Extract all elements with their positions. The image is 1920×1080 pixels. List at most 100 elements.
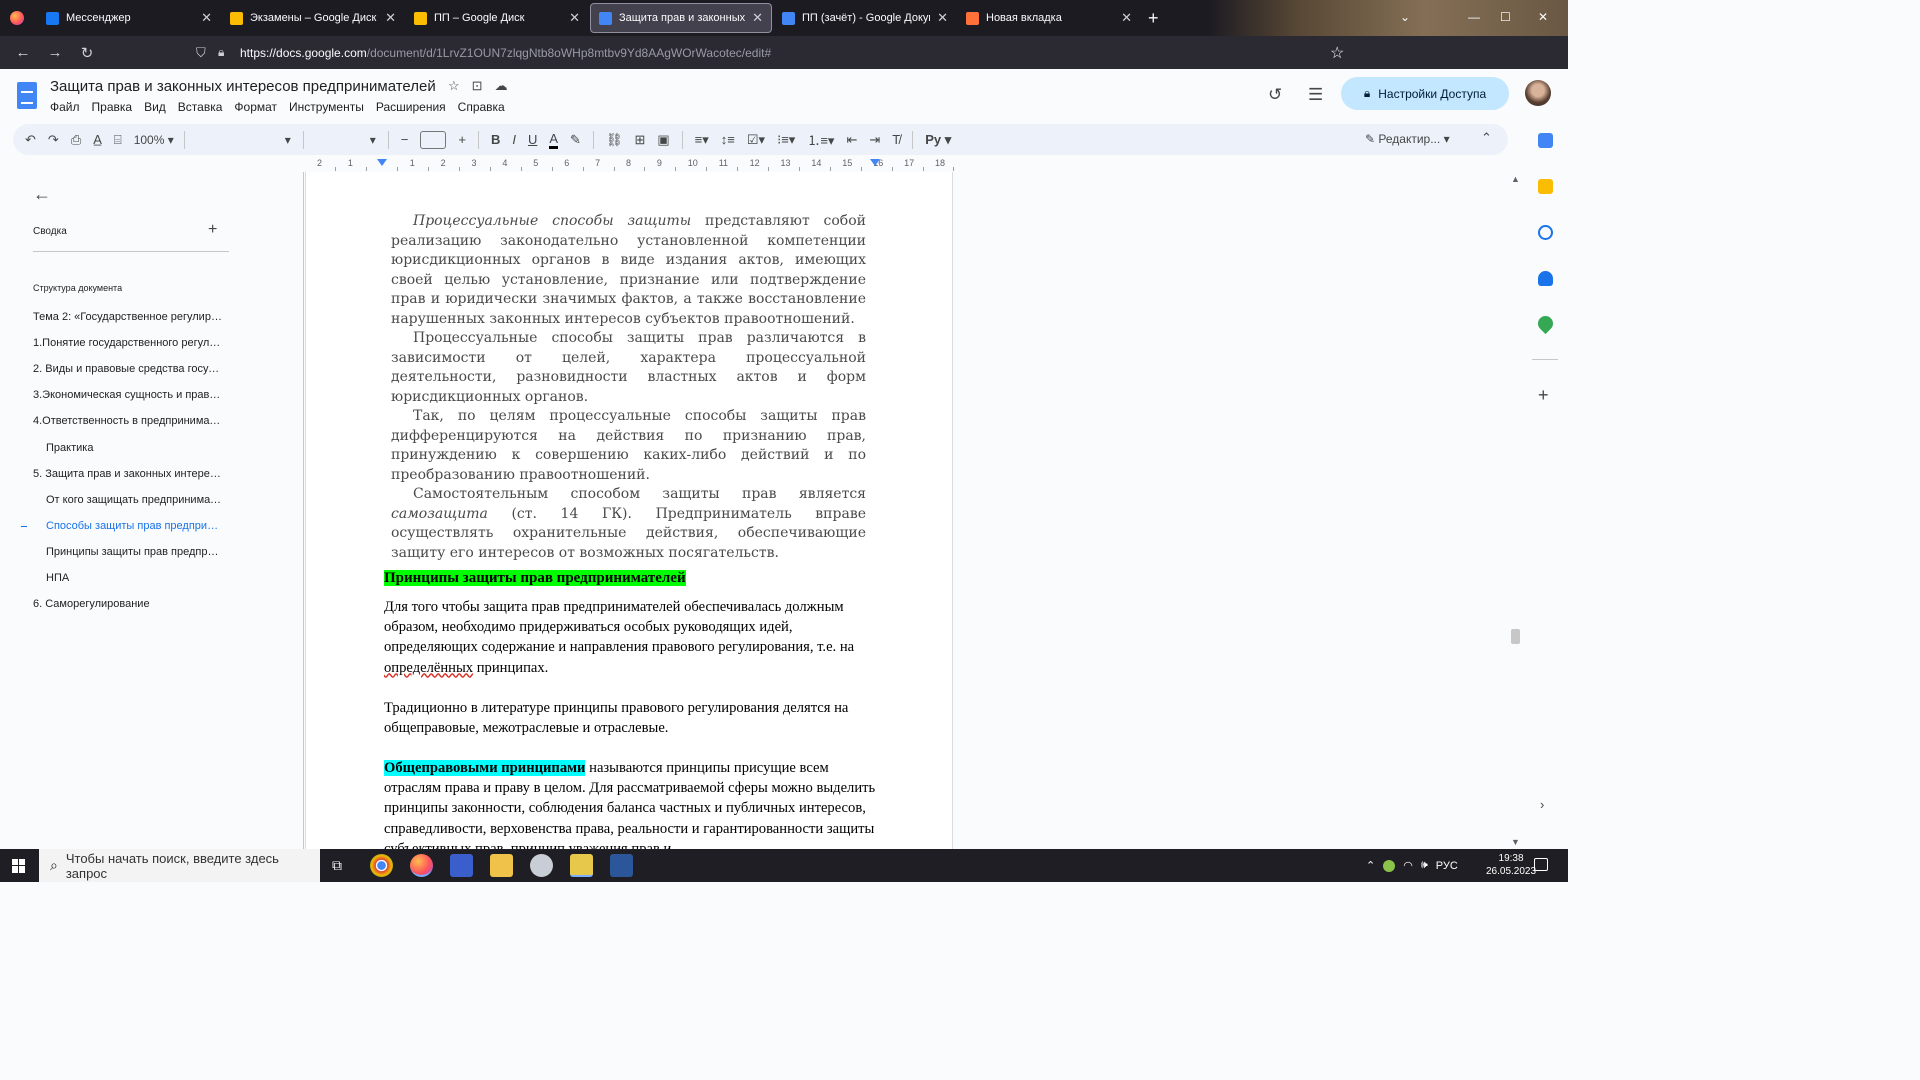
browser-tab[interactable]: Мессенджер ✕ [38, 3, 220, 33]
show-hidden-icons-icon[interactable]: ⌃ [1366, 859, 1375, 872]
outline-item[interactable]: 4.Ответственность в предпринимательской … [33, 415, 223, 427]
style-select[interactable]: ▾ [197, 133, 291, 147]
share-button[interactable]: 🔒︎ Настройки Доступа [1341, 77, 1509, 110]
keep-icon[interactable] [1538, 179, 1553, 194]
bookmark-star-icon[interactable]: ☆ [1330, 43, 1344, 63]
maps-icon[interactable] [1534, 312, 1557, 335]
avatar[interactable] [1525, 80, 1551, 106]
add-comment-icon[interactable]: ⊞ [634, 132, 645, 148]
lock-icon[interactable]: 🔒︎ [218, 45, 224, 60]
menu-item[interactable]: Расширения [376, 100, 446, 114]
save-app-icon[interactable] [450, 854, 473, 877]
browser-tab[interactable]: Экзамены – Google Диск ✕ [222, 3, 404, 33]
indent-marker[interactable] [377, 159, 387, 166]
clear-formatting-icon[interactable]: T̸ [892, 132, 900, 147]
editing-mode-select[interactable]: ✎ Редактир... ▾ [1365, 132, 1450, 146]
bulleted-list-icon[interactable]: ⁝≡▾ [777, 132, 795, 148]
version-history-icon[interactable]: ↺ [1268, 85, 1282, 105]
minimize-icon[interactable]: — [1468, 10, 1480, 24]
zoom-select[interactable]: 100% ▾ [134, 133, 174, 147]
close-tab-icon[interactable]: ✕ [201, 10, 212, 26]
outline-item[interactable]: 3.Экономическая сущность и правовое [33, 389, 223, 401]
browser-tab[interactable]: Защита прав и законных интересов предпри… [590, 3, 772, 33]
notifications-icon[interactable] [1534, 858, 1548, 871]
redo-icon[interactable]: ↷ [48, 132, 59, 148]
spellcheck-icon[interactable]: A̲ [93, 132, 102, 147]
insert-link-icon[interactable]: ⛓ [606, 132, 623, 148]
outline-item[interactable]: Практика [46, 442, 222, 454]
tracking-protection-icon[interactable]: ⛉ [196, 45, 206, 61]
chrome-icon[interactable] [370, 854, 393, 877]
file-explorer-icon[interactable] [490, 854, 513, 877]
forward-icon[interactable]: → [46, 44, 64, 61]
collapse-menus-icon[interactable]: ⌃ [1481, 130, 1492, 146]
indent-marker[interactable] [870, 159, 880, 166]
show-side-panel-icon[interactable]: › [1540, 797, 1544, 812]
tray-app-icon[interactable] [1383, 859, 1396, 872]
scroll-down-icon[interactable]: ▼ [1511, 837, 1520, 847]
menu-item[interactable]: Файл [50, 100, 80, 114]
tasks-icon[interactable] [1538, 225, 1553, 240]
document-page[interactable]: Процессуальные способы защиты представля… [305, 172, 953, 849]
outline-item[interactable]: Способы защиты прав предпринимателей [46, 520, 222, 532]
app-icon[interactable] [570, 854, 593, 877]
address-field[interactable]: https://docs.google.com/document/d/1LrvZ… [240, 46, 771, 60]
browser-tab[interactable]: Новая вкладка ✕ [958, 3, 1140, 33]
align-icon[interactable]: ≡▾ [695, 132, 709, 148]
outline-item[interactable]: 1.Понятие государственного регулирования [33, 337, 223, 349]
menu-item[interactable]: Правка [92, 100, 133, 114]
new-tab-button[interactable]: + [1148, 8, 1159, 29]
highlight-color-icon[interactable]: ✎ [570, 132, 581, 148]
clock[interactable]: 19:38 26.05.2023 [1486, 852, 1536, 878]
add-summary-icon[interactable]: + [208, 221, 217, 239]
vertical-scrollbar[interactable]: ▲ ▼ [1509, 172, 1522, 849]
scrollbar-thumb[interactable] [1511, 629, 1520, 644]
menu-item[interactable]: Вид [144, 100, 166, 114]
outline-item[interactable]: НПА [46, 572, 222, 584]
text-color-icon[interactable]: A [549, 131, 559, 149]
comments-icon[interactable]: ☰ [1308, 85, 1323, 105]
menu-item[interactable]: Вставка [178, 100, 223, 114]
calendar-icon[interactable] [1538, 133, 1553, 148]
decrease-indent-icon[interactable]: ⇤ [846, 132, 857, 148]
outline-item[interactable]: 6. Саморегулирование [33, 598, 223, 610]
paint-format-icon[interactable]: ⌸ [114, 132, 122, 148]
print-icon[interactable]: ⎙ [71, 132, 81, 148]
undo-icon[interactable]: ↶ [25, 132, 36, 148]
font-select[interactable]: ▾ [316, 133, 376, 147]
taskbar-search-box[interactable]: ⌕ Чтобы начать поиск, введите здесь запр… [39, 849, 320, 882]
close-tab-icon[interactable]: ✕ [752, 10, 763, 26]
decrease-font-size-icon[interactable]: − [401, 132, 409, 147]
firefox-menu-icon[interactable] [10, 11, 24, 25]
close-outline-icon[interactable]: ← [33, 184, 51, 205]
back-icon[interactable]: ← [14, 44, 32, 61]
get-addons-icon[interactable]: + [1538, 385, 1549, 406]
reload-icon[interactable]: ↻ [78, 44, 96, 62]
close-window-icon[interactable]: ✕ [1538, 10, 1548, 24]
horizontal-ruler[interactable]: 2 1 1 2 3 4 5 6 7 8 9 10 11 12 13 14 15 16 17 18 [305, 158, 955, 171]
font-size-input[interactable] [420, 130, 447, 149]
bold-icon[interactable]: B [491, 132, 500, 147]
language-indicator[interactable]: РУС [1436, 860, 1458, 872]
outline-item[interactable]: Тема 2: «Государственное регулирование п… [33, 311, 223, 323]
contacts-icon[interactable] [1538, 271, 1553, 286]
task-view-icon[interactable]: ⧉ [332, 857, 342, 874]
insert-image-icon[interactable]: ▣ [657, 132, 669, 148]
volume-icon[interactable]: 🕪︎ [1421, 859, 1428, 872]
italic-icon[interactable]: I [512, 132, 516, 147]
browser-tab[interactable]: ПП – Google Диск ✕ [406, 3, 588, 33]
increase-font-size-icon[interactable]: + [458, 132, 466, 147]
underline-icon[interactable]: U [528, 132, 537, 147]
word-icon[interactable] [610, 854, 633, 877]
firefox-icon[interactable] [410, 854, 433, 877]
maximize-icon[interactable]: ☐ [1500, 10, 1511, 24]
menu-item[interactable]: Формат [234, 100, 277, 114]
increase-indent-icon[interactable]: ⇥ [869, 132, 880, 148]
numbered-list-icon[interactable]: ⒈≡▾ [807, 130, 834, 149]
wifi-icon[interactable]: ◠ [1403, 859, 1413, 872]
line-spacing-icon[interactable]: ↕≡ [721, 132, 735, 147]
browser-tab[interactable]: ПП (зачёт) - Google Документы ✕ [774, 3, 956, 33]
close-tab-icon[interactable]: ✕ [569, 10, 580, 26]
input-tools-button[interactable]: Pу ▾ [925, 132, 951, 148]
menu-item[interactable]: Справка [458, 100, 505, 114]
